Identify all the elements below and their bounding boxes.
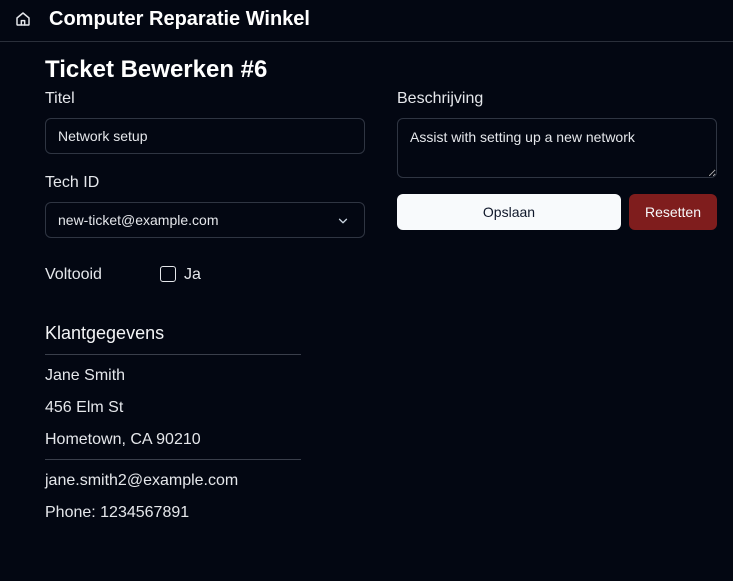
tech-id-select[interactable]: new-ticket@example.com — [45, 202, 365, 238]
top-bar: Computer Reparatie Winkel — [0, 0, 733, 42]
description-textarea[interactable]: Assist with setting up a new network — [397, 118, 717, 178]
title-input[interactable] — [45, 118, 365, 154]
save-button[interactable]: Opslaan — [397, 194, 621, 230]
tech-id-selected-value: new-ticket@example.com — [58, 212, 219, 228]
completed-checkbox-label[interactable]: Ja — [184, 266, 201, 284]
app-title[interactable]: Computer Reparatie Winkel — [49, 8, 310, 31]
completed-checkbox[interactable] — [160, 266, 176, 282]
customer-section-title: Klantgegevens — [45, 323, 165, 343]
divider — [45, 459, 301, 460]
chevron-down-icon — [336, 214, 350, 228]
reset-button[interactable]: Resetten — [629, 194, 717, 230]
customer-email: jane.smith2@example.com — [45, 472, 239, 489]
customer-city: Hometown, CA 90210 — [45, 431, 201, 448]
completed-label: Voltooid — [45, 266, 102, 283]
divider — [45, 354, 301, 355]
home-icon[interactable] — [14, 10, 32, 28]
customer-street: 456 Elm St — [45, 399, 124, 416]
title-label: Titel — [45, 90, 75, 107]
customer-name: Jane Smith — [45, 367, 126, 384]
customer-phone: Phone: 1234567891 — [45, 504, 190, 521]
description-label: Beschrijving — [397, 90, 484, 107]
page-title: Ticket Bewerken #6 — [45, 56, 268, 83]
tech-id-label: Tech ID — [45, 174, 100, 191]
